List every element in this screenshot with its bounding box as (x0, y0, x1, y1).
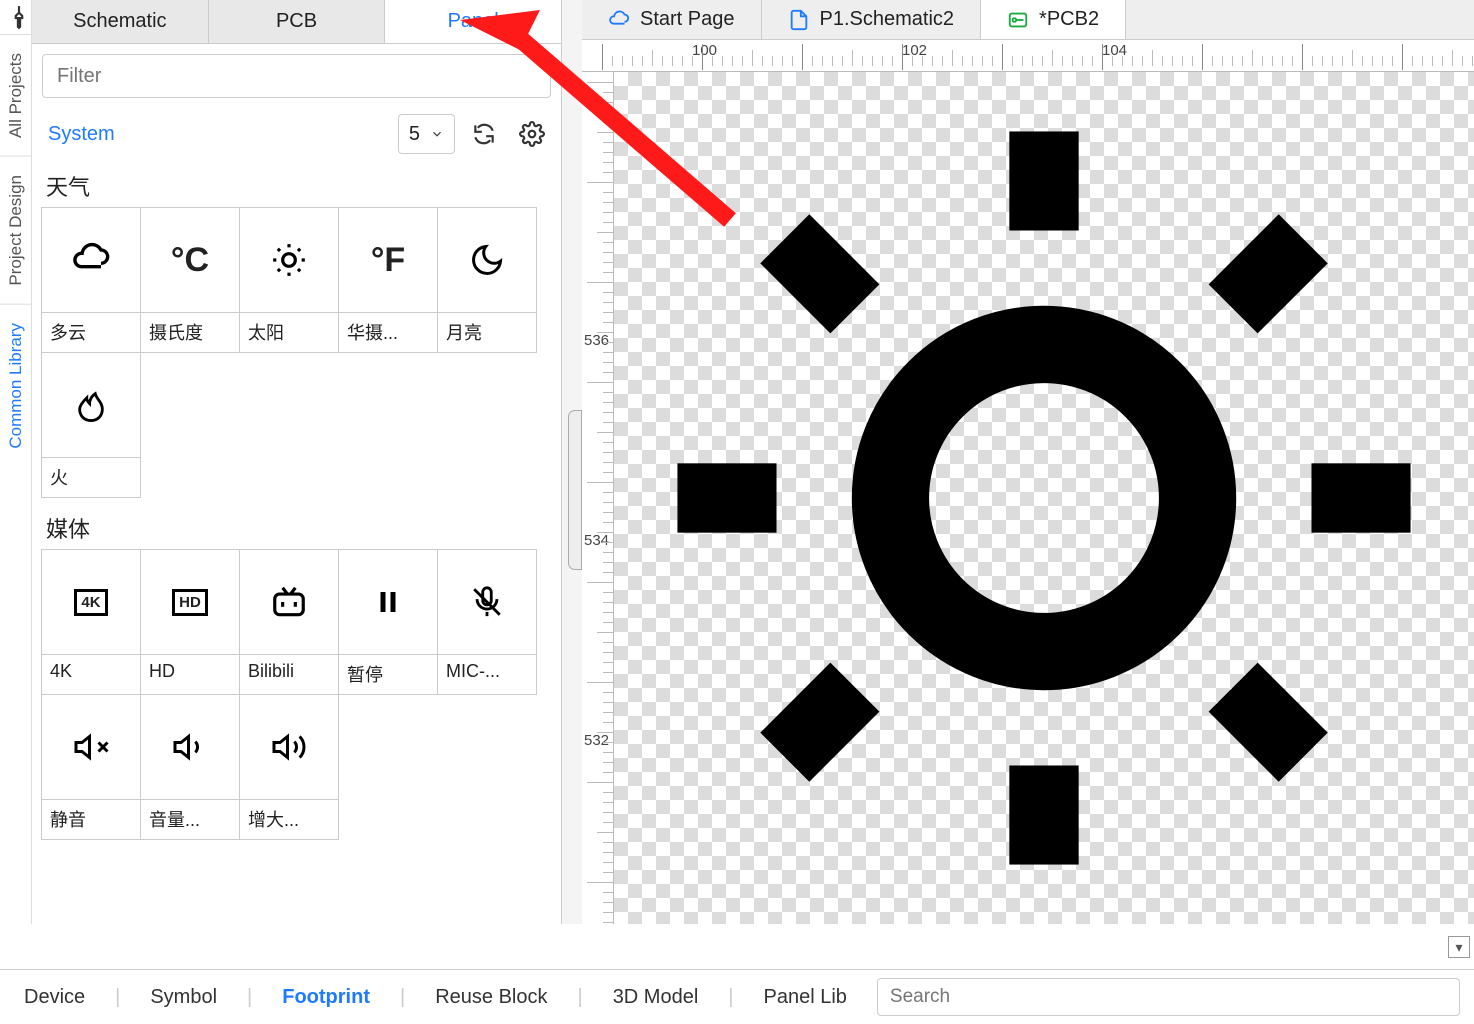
mic-off-icon (438, 550, 536, 654)
ruler-h-label: 102 (902, 42, 927, 59)
doc-tab-label: P1.Schematic2 (820, 8, 955, 31)
cell-label: HD (141, 654, 239, 694)
side-tab-project-design[interactable]: Project Design (0, 156, 31, 304)
document-tabs: Start Page P1.Schematic2 *PCB2 (582, 0, 1474, 40)
system-link[interactable]: System (48, 123, 115, 146)
cell-label: 静音 (42, 799, 140, 839)
cell-label: MIC-... (438, 654, 536, 694)
settings-icon[interactable] (513, 115, 551, 153)
weather-grid: 多云 °C 摄氏度 太阳 °F 华摄... 月亮 (32, 208, 561, 506)
bottom-tab-3d-model[interactable]: 3D Model (603, 980, 709, 1015)
celsius-icon: °C (141, 208, 239, 312)
library-top-tabs: Schematic PCB Panel (32, 0, 561, 44)
bottom-tab-device[interactable]: Device (14, 980, 95, 1015)
panel-splitter[interactable] (562, 0, 582, 924)
volume-icon (141, 695, 239, 799)
fire-icon (42, 353, 140, 457)
bottom-bar: Device| Symbol| Footprint| Reuse Block| … (0, 969, 1474, 1024)
volume-up-icon (240, 695, 338, 799)
doc-tab-label: *PCB2 (1039, 8, 1099, 31)
canvas-sun-symbol[interactable] (614, 72, 1474, 924)
4k-icon: 4K (42, 550, 140, 654)
bottom-tab-symbol[interactable]: Symbol (140, 980, 227, 1015)
cell-bilibili[interactable]: Bilibili (239, 549, 339, 695)
pcb-icon (1007, 9, 1029, 31)
filter-input[interactable] (42, 54, 551, 98)
media-grid: 4K 4K HD HD Bilibili 暂停 MIC-... (32, 550, 561, 848)
bottom-tab-panel-lib[interactable]: Panel Lib (754, 980, 857, 1015)
cell-cloud[interactable]: 多云 (41, 207, 141, 353)
collapse-panel-icon[interactable]: ▾ (1448, 936, 1470, 958)
ruler-v-label: 536 (584, 332, 609, 349)
hd-icon: HD (141, 550, 239, 654)
cell-celsius[interactable]: °C 摄氏度 (140, 207, 240, 353)
cell-pause[interactable]: 暂停 (338, 549, 438, 695)
tab-pcb[interactable]: PCB (209, 0, 386, 43)
side-tab-common-library[interactable]: Common Library (0, 304, 31, 467)
mute-icon (42, 695, 140, 799)
bottom-tab-reuse-block[interactable]: Reuse Block (425, 980, 557, 1015)
doc-tab-label: Start Page (640, 8, 735, 31)
refresh-icon[interactable] (465, 115, 503, 153)
splitter-grip-icon[interactable] (568, 410, 582, 570)
library-panel: Schematic PCB Panel System 5 天气 (32, 0, 562, 924)
ruler-v-label: 534 (584, 532, 609, 549)
cell-volume-up[interactable]: 增大... (239, 694, 339, 840)
doc-tab-schematic-file[interactable]: P1.Schematic2 (762, 0, 982, 39)
cell-fire[interactable]: 火 (41, 352, 141, 498)
cell-label: 增大... (240, 799, 338, 839)
ruler-v-label: 532 (584, 732, 609, 749)
cell-label: 暂停 (339, 654, 437, 694)
side-tab-strip: All Projects Project Design Common Libra… (0, 0, 32, 924)
columns-select[interactable]: 5 (398, 114, 455, 154)
cell-label: 太阳 (240, 312, 338, 352)
tab-panel[interactable]: Panel (385, 0, 561, 43)
fahrenheit-icon: °F (339, 208, 437, 312)
file-icon (788, 9, 810, 31)
vertical-ruler: 536 534 532 (582, 72, 614, 924)
cell-moon[interactable]: 月亮 (437, 207, 537, 353)
cloud-icon (42, 208, 140, 312)
columns-value: 5 (409, 123, 420, 146)
doc-tab-start-page[interactable]: Start Page (582, 0, 762, 39)
bottom-tab-footprint[interactable]: Footprint (272, 980, 380, 1015)
cell-label: 音量... (141, 799, 239, 839)
bilibili-icon (240, 550, 338, 654)
horizontal-ruler: 100 102 104 (582, 40, 1474, 72)
section-title-media: 媒体 (32, 506, 561, 550)
doc-tab-pcb-file[interactable]: *PCB2 (981, 0, 1126, 39)
cell-mic-off[interactable]: MIC-... (437, 549, 537, 695)
ruler-h-label: 100 (692, 42, 717, 59)
cell-label: 摄氏度 (141, 312, 239, 352)
section-title-weather: 天气 (32, 164, 561, 208)
cell-label: 火 (42, 457, 140, 497)
pause-icon (339, 550, 437, 654)
cell-label: 多云 (42, 312, 140, 352)
cell-sun[interactable]: 太阳 (239, 207, 339, 353)
cell-4k[interactable]: 4K 4K (41, 549, 141, 695)
ruler-h-label: 104 (1102, 42, 1127, 59)
cell-hd[interactable]: HD HD (140, 549, 240, 695)
sun-icon (240, 208, 338, 312)
cell-label: Bilibili (240, 654, 338, 694)
cell-volume[interactable]: 音量... (140, 694, 240, 840)
chevron-down-icon (430, 127, 444, 141)
cell-label: 华摄... (339, 312, 437, 352)
design-canvas[interactable] (614, 72, 1474, 924)
cell-fahrenheit[interactable]: °F 华摄... (338, 207, 438, 353)
side-tab-all-projects[interactable]: All Projects (0, 34, 31, 156)
cloud-tab-icon (608, 9, 630, 31)
moon-icon (438, 208, 536, 312)
cell-label: 月亮 (438, 312, 536, 352)
cell-label: 4K (42, 654, 140, 694)
editor-area: Start Page P1.Schematic2 *PCB2 100 102 1… (582, 0, 1474, 924)
tab-schematic[interactable]: Schematic (32, 0, 209, 43)
bottom-search-input[interactable] (877, 978, 1460, 1016)
cell-mute[interactable]: 静音 (41, 694, 141, 840)
